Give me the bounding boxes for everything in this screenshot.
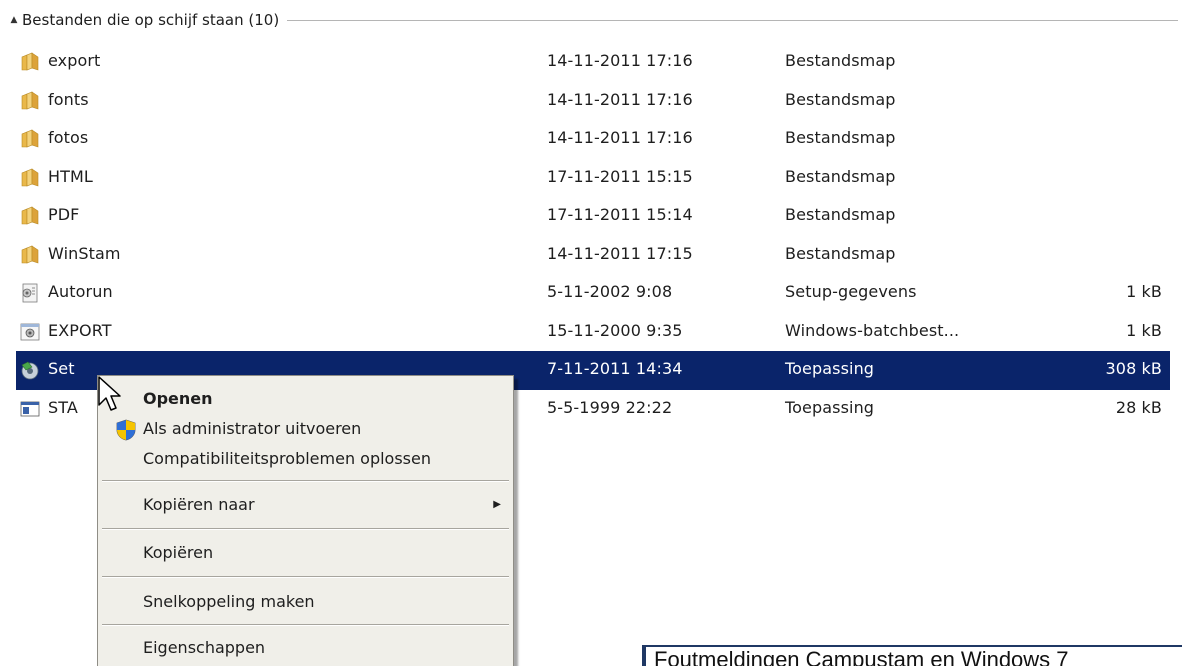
uac-shield-icon [115,419,137,441]
setup-info-icon [18,274,42,313]
file-date-modified: 14-11-2011 17:16 [547,51,693,70]
batch-file-icon [18,313,42,352]
file-date-modified: 15-11-2000 9:35 [547,320,683,340]
file-date-modified: 5-5-1999 22:22 [547,397,673,417]
folder-icon [18,159,42,198]
menu-separator [102,528,509,530]
file-date-modified: 14-11-2011 17:16 [547,128,693,147]
file-name: HTML [48,166,93,186]
file-name: STA [48,397,78,417]
file-type: Setup-gegevens [785,282,917,301]
file-type: Bestandsmap [785,128,896,147]
file-row[interactable]: EXPORT 15-11-2000 9:35 Windows-batchbest..… [16,313,1170,352]
file-name: Autorun [48,282,113,301]
file-type: Bestandsmap [785,205,896,224]
file-row[interactable]: WinStam 14-11-2011 17:15 Bestandsmap [16,236,1170,275]
menu-item-label: Eigenschappen [143,638,266,657]
caption-box: Foutmeldingen Campustam en Windows 7 [642,645,1182,666]
menu-item-create-shortcut[interactable]: Snelkoppeling maken [98,587,513,617]
explorer-window: ▲ Bestanden die op schijf staan (10) exp… [0,0,1182,666]
file-size: 28 kB [1115,397,1162,417]
file-type: Bestandsmap [785,51,896,70]
menu-item-label: Openen [143,389,213,408]
context-menu: Openen Als administrator uitvoeren Compa… [97,375,514,666]
file-date-modified: 5-11-2002 9:08 [547,282,673,301]
file-name: PDF [48,205,80,224]
menu-item-label: Kopiëren [143,543,214,562]
submenu-arrow-icon: ▶ [493,499,501,510]
file-date-modified: 14-11-2011 17:16 [547,89,693,109]
file-size: 308 kB [1105,359,1162,378]
menu-item-label: Snelkoppeling maken [143,592,315,611]
menu-item-run-as-admin[interactable]: Als administrator uitvoeren [98,414,513,444]
menu-item-copy[interactable]: Kopiëren [98,538,513,568]
menu-item-troubleshoot-compatibility[interactable]: Compatibiliteitsproblemen oplossen [98,444,513,474]
file-type: Bestandsmap [785,89,896,109]
file-list: export 14-11-2011 17:16 Bestandsmap fonts 14… [16,43,1170,428]
file-name: export [48,51,101,70]
file-row[interactable]: fonts 14-11-2011 17:16 Bestandsmap [16,82,1170,121]
file-row[interactable]: HTML 17-11-2011 15:15 Bestandsmap [16,159,1170,198]
mouse-cursor-icon [98,376,121,411]
file-date-modified: 17-11-2011 15:14 [547,205,693,224]
file-date-modified: 7-11-2011 14:34 [547,359,683,378]
file-name: Set [48,359,75,378]
file-date-modified: 14-11-2011 17:15 [547,243,693,263]
menu-item-properties[interactable]: Eigenschappen [98,633,513,663]
file-type: Windows-batchbest... [785,320,960,340]
file-name: fonts [48,89,89,109]
file-size: 1 kB [1126,320,1162,340]
caption-text: Foutmeldingen Campustam en Windows 7 [654,647,1069,666]
group-divider [287,19,1178,21]
file-name: WinStam [48,243,121,263]
folder-icon [18,236,42,275]
file-type: Toepassing [785,359,875,378]
file-row[interactable]: fotos 14-11-2011 17:16 Bestandsmap [16,120,1170,159]
file-type: Toepassing [785,397,875,417]
file-size: 1 kB [1126,282,1162,301]
file-row[interactable]: PDF 17-11-2011 15:14 Bestandsmap [16,197,1170,236]
application-icon [18,390,42,429]
menu-separator [102,624,509,626]
file-date-modified: 17-11-2011 15:15 [547,166,693,186]
group-title: Bestanden die op schijf staan (10) [22,11,280,29]
folder-icon [18,197,42,236]
file-type: Bestandsmap [785,166,896,186]
folder-icon [18,82,42,121]
file-name: fotos [48,128,89,147]
file-row[interactable]: Autorun 5-11-2002 9:08 Setup-gegevens 1 kB [16,274,1170,313]
setup-app-icon [18,351,42,390]
folder-icon [18,43,42,82]
file-name: EXPORT [48,320,112,340]
menu-separator [102,480,509,482]
folder-icon [18,120,42,159]
menu-item-label: Kopiëren naar [143,495,255,514]
menu-item-copy-to[interactable]: Kopiëren naar ▶ [98,490,513,520]
collapse-arrow-icon[interactable]: ▲ [6,15,22,25]
file-type: Bestandsmap [785,243,896,263]
menu-item-label: Als administrator uitvoeren [143,419,362,438]
menu-item-open[interactable]: Openen [98,384,513,414]
file-row[interactable]: export 14-11-2011 17:16 Bestandsmap [16,43,1170,82]
menu-separator [102,576,509,578]
group-header[interactable]: ▲ Bestanden die op schijf staan (10) [0,8,1182,32]
menu-item-label: Compatibiliteitsproblemen oplossen [143,449,431,468]
